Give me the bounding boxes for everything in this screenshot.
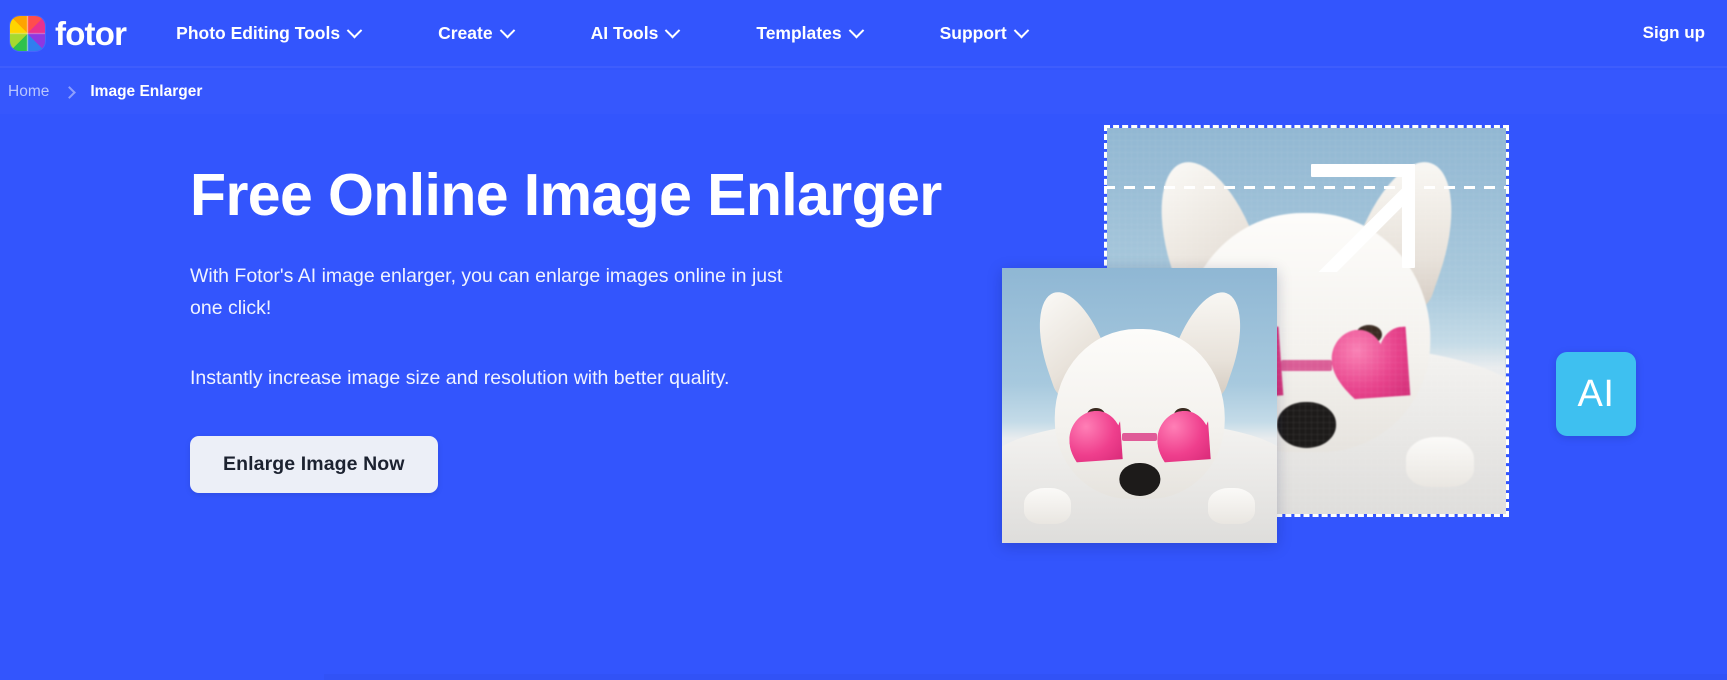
nav-item-templates[interactable]: Templates: [738, 15, 879, 52]
nav-item-label: Create: [438, 22, 493, 43]
brand-logo-link[interactable]: fotor: [10, 14, 127, 52]
site-header: fotor Photo Editing Tools Create AI Tool…: [0, 0, 1727, 68]
front-photo-enlarged: [1002, 268, 1277, 543]
sunglasses-bridge: [1280, 359, 1333, 372]
hero-lead-text: With Fotor's AI image enlarger, you can …: [190, 264, 783, 319]
hero-section: Free Online Image Enlarger With Fotor's …: [0, 114, 1727, 680]
dog-paw-right: [1406, 436, 1475, 487]
dog-ear-right: [1339, 148, 1473, 324]
nav-item-support[interactable]: Support: [922, 15, 1045, 52]
dog-photo-illustration: [1002, 268, 1277, 543]
chevron-down-icon: [346, 22, 363, 38]
hero-copy: Free Online Image Enlarger With Fotor's …: [190, 162, 942, 494]
ai-badge: AI: [1556, 352, 1636, 436]
chevron-down-icon: [499, 22, 515, 38]
dog-eye-right: [1356, 324, 1383, 345]
sign-up-button[interactable]: Sign up: [1643, 23, 1705, 43]
nav-item-label: Photo Editing Tools: [176, 22, 341, 43]
breadcrumb-item-current: Image Enlarger: [90, 83, 203, 100]
nav-item-label: AI Tools: [590, 22, 659, 43]
nav-item-create[interactable]: Create: [420, 15, 530, 52]
dog-paw-left: [1024, 488, 1071, 524]
enlarge-image-now-button[interactable]: Enlarge Image Now: [190, 436, 438, 494]
sunglasses-bridge: [1121, 433, 1158, 442]
nav-item-label: Templates: [756, 22, 842, 43]
breadcrumb-item-home[interactable]: Home: [8, 83, 49, 101]
chevron-down-icon: [665, 22, 681, 38]
breadcrumb: Home Image Enlarger: [0, 70, 1727, 114]
dog-paw-right: [1208, 488, 1255, 524]
chevron-down-icon: [848, 22, 864, 38]
page-bottom-divider: [324, 674, 1727, 680]
nav-item-photo-editing-tools[interactable]: Photo Editing Tools: [158, 15, 378, 52]
chevron-down-icon: [1013, 22, 1029, 38]
chevron-right-icon: [63, 85, 77, 99]
nav-item-label: Support: [939, 22, 1007, 43]
hero-sub-text: Instantly increase image size and resolu…: [190, 367, 730, 390]
nav-item-ai-tools[interactable]: AI Tools: [573, 15, 697, 52]
primary-navigation: Photo Editing Tools Create AI Tools Temp…: [158, 15, 1045, 52]
hero-artwork: AI: [1002, 114, 1727, 680]
fotor-pinwheel-logo-icon: [10, 15, 45, 51]
brand-name: fotor: [55, 14, 127, 52]
heart-sunglasses-lens-right: [1330, 326, 1410, 401]
page-title: Free Online Image Enlarger: [190, 162, 942, 228]
page-root: fotor Photo Editing Tools Create AI Tool…: [0, 0, 1727, 680]
dog-nose: [1276, 402, 1337, 449]
dog-nose: [1118, 463, 1161, 497]
